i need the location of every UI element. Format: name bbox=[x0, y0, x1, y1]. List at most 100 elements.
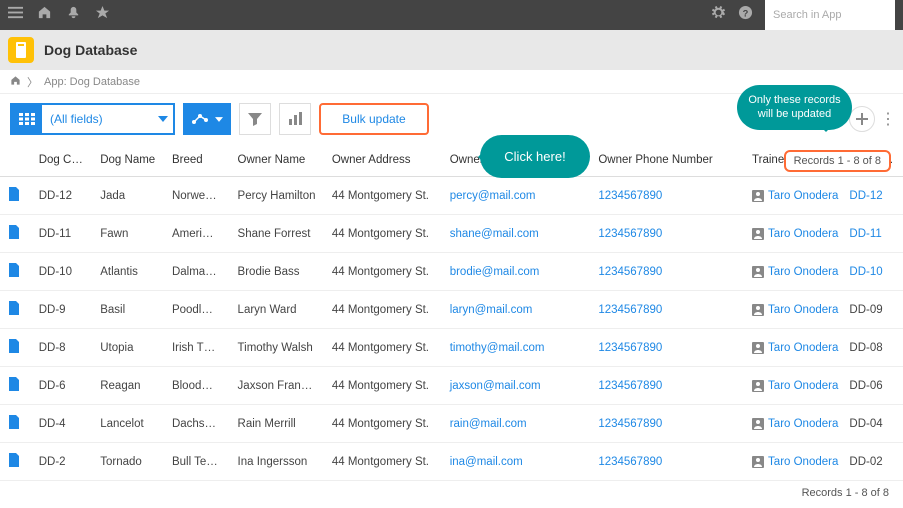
breadcrumb-home-icon[interactable] bbox=[10, 75, 21, 89]
cell-owner-address: 44 Montgomery St. bbox=[324, 177, 442, 215]
cell-owner-address: 44 Montgomery St. bbox=[324, 215, 442, 253]
cell-dog-code-2: DD-09 bbox=[841, 291, 903, 329]
record-count-bottom: Records 1 - 8 of 8 bbox=[0, 481, 903, 505]
col-owner-name[interactable]: Owner Name bbox=[230, 144, 324, 177]
menu-icon[interactable] bbox=[8, 5, 23, 25]
home-icon[interactable] bbox=[37, 5, 52, 25]
cell-owner-phone[interactable]: 1234567890 bbox=[590, 215, 744, 253]
col-owner-phone[interactable]: Owner Phone Number bbox=[590, 144, 744, 177]
col-dog-code[interactable]: Dog Code bbox=[31, 144, 92, 177]
record-icon[interactable] bbox=[0, 443, 31, 481]
col-owner-address[interactable]: Owner Address bbox=[324, 144, 442, 177]
record-icon[interactable] bbox=[0, 329, 31, 367]
record-icon[interactable] bbox=[0, 367, 31, 405]
view-selector[interactable]: (All fields) bbox=[10, 103, 175, 135]
cell-dog-code-2[interactable]: DD-10 bbox=[841, 253, 903, 291]
cell-dog-name: Basil bbox=[92, 291, 164, 329]
table-row[interactable]: DD-8UtopiaIrish T…Timothy Walsh44 Montgo… bbox=[0, 329, 903, 367]
cell-owner-phone[interactable]: 1234567890 bbox=[590, 367, 744, 405]
cell-dog-code-2: DD-06 bbox=[841, 367, 903, 405]
table-row[interactable]: DD-6ReaganBlood…Jaxson Franklyn44 Montgo… bbox=[0, 367, 903, 405]
cell-owner-email[interactable]: ina@mail.com bbox=[442, 443, 591, 481]
cell-trainer[interactable]: Taro Onodera bbox=[744, 177, 841, 215]
cell-owner-name: Laryn Ward bbox=[230, 291, 324, 329]
gear-icon[interactable] bbox=[711, 5, 726, 25]
cell-dog-name: Tornado bbox=[92, 443, 164, 481]
graph-button[interactable] bbox=[279, 103, 311, 135]
table-row[interactable]: DD-4LancelotDachs…Rain Merrill44 Montgom… bbox=[0, 405, 903, 443]
cell-owner-email[interactable]: shane@mail.com bbox=[442, 215, 591, 253]
table-row[interactable]: DD-10AtlantisDalma…Brodie Bass44 Montgom… bbox=[0, 253, 903, 291]
cell-breed: Irish T… bbox=[164, 329, 230, 367]
cell-trainer[interactable]: Taro Onodera bbox=[744, 367, 841, 405]
cell-breed: Poodl… bbox=[164, 291, 230, 329]
app-header: Dog Database bbox=[0, 30, 903, 70]
cell-owner-phone[interactable]: 1234567890 bbox=[590, 329, 744, 367]
cell-owner-name: Ina Ingersson bbox=[230, 443, 324, 481]
cell-dog-name: Jada bbox=[92, 177, 164, 215]
table-row[interactable]: DD-11FawnAmeri…Shane Forrest44 Montgomer… bbox=[0, 215, 903, 253]
cell-trainer[interactable]: Taro Onodera bbox=[744, 443, 841, 481]
cell-trainer[interactable]: Taro Onodera bbox=[744, 291, 841, 329]
table-row[interactable]: DD-12JadaNorwe…Percy Hamilton44 Montgome… bbox=[0, 177, 903, 215]
records-table: Dog Code Dog Name Breed Owner Name Owner… bbox=[0, 144, 903, 481]
cell-owner-email[interactable]: timothy@mail.com bbox=[442, 329, 591, 367]
cell-owner-phone[interactable]: 1234567890 bbox=[590, 405, 744, 443]
table-row[interactable]: DD-9BasilPoodl…Laryn Ward44 Montgomery S… bbox=[0, 291, 903, 329]
table-row[interactable]: DD-2TornadoBull Te…Ina Ingersson44 Montg… bbox=[0, 443, 903, 481]
cell-owner-address: 44 Montgomery St. bbox=[324, 367, 442, 405]
cell-trainer[interactable]: Taro Onodera bbox=[744, 329, 841, 367]
chart-type-button[interactable] bbox=[183, 103, 231, 135]
cell-trainer[interactable]: Taro Onodera bbox=[744, 253, 841, 291]
cell-trainer[interactable]: Taro Onodera bbox=[744, 215, 841, 253]
col-breed[interactable]: Breed bbox=[164, 144, 230, 177]
options-button[interactable]: ⋮ bbox=[883, 106, 893, 132]
record-icon[interactable] bbox=[0, 405, 31, 443]
bulk-update-button[interactable]: Bulk update bbox=[319, 103, 429, 135]
cell-dog-code: DD-6 bbox=[31, 367, 92, 405]
cell-dog-code-2[interactable]: DD-11 bbox=[841, 215, 903, 253]
record-icon[interactable] bbox=[0, 291, 31, 329]
breadcrumb-separator: 〉 bbox=[27, 74, 38, 90]
cell-dog-name: Atlantis bbox=[92, 253, 164, 291]
svg-text:?: ? bbox=[743, 8, 749, 18]
cell-dog-name: Utopia bbox=[92, 329, 164, 367]
star-icon[interactable] bbox=[95, 5, 110, 25]
app-icon bbox=[8, 37, 34, 63]
add-record-button[interactable] bbox=[849, 106, 875, 132]
cell-dog-code: DD-10 bbox=[31, 253, 92, 291]
cell-owner-email[interactable]: laryn@mail.com bbox=[442, 291, 591, 329]
cell-owner-email[interactable]: rain@mail.com bbox=[442, 405, 591, 443]
cell-owner-name: Shane Forrest bbox=[230, 215, 324, 253]
chevron-down-icon bbox=[153, 116, 173, 122]
cell-owner-phone[interactable]: 1234567890 bbox=[590, 291, 744, 329]
cell-owner-phone[interactable]: 1234567890 bbox=[590, 443, 744, 481]
grid-view-icon bbox=[12, 105, 42, 133]
record-icon[interactable] bbox=[0, 215, 31, 253]
cell-dog-code: DD-4 bbox=[31, 405, 92, 443]
record-icon[interactable] bbox=[0, 177, 31, 215]
cell-dog-code: DD-9 bbox=[31, 291, 92, 329]
cell-trainer[interactable]: Taro Onodera bbox=[744, 405, 841, 443]
record-count-top: Records 1 - 8 of 8 bbox=[784, 150, 891, 172]
search-input[interactable] bbox=[765, 0, 895, 30]
topbar: ? bbox=[0, 0, 903, 30]
cell-dog-name: Lancelot bbox=[92, 405, 164, 443]
help-icon[interactable]: ? bbox=[738, 5, 753, 25]
filter-button[interactable] bbox=[239, 103, 271, 135]
breadcrumb-text[interactable]: App: Dog Database bbox=[44, 76, 140, 88]
cell-owner-phone[interactable]: 1234567890 bbox=[590, 253, 744, 291]
cell-owner-email[interactable]: brodie@mail.com bbox=[442, 253, 591, 291]
callout-click-here: Click here! bbox=[480, 135, 590, 178]
cell-owner-email[interactable]: percy@mail.com bbox=[442, 177, 591, 215]
cell-owner-name: Brodie Bass bbox=[230, 253, 324, 291]
cell-dog-code-2: DD-04 bbox=[841, 405, 903, 443]
bell-icon[interactable] bbox=[66, 5, 81, 25]
cell-breed: Dalma… bbox=[164, 253, 230, 291]
cell-owner-address: 44 Montgomery St. bbox=[324, 405, 442, 443]
cell-owner-phone[interactable]: 1234567890 bbox=[590, 177, 744, 215]
col-dog-name[interactable]: Dog Name bbox=[92, 144, 164, 177]
cell-owner-email[interactable]: jaxson@mail.com bbox=[442, 367, 591, 405]
cell-dog-code-2[interactable]: DD-12 bbox=[841, 177, 903, 215]
record-icon[interactable] bbox=[0, 253, 31, 291]
